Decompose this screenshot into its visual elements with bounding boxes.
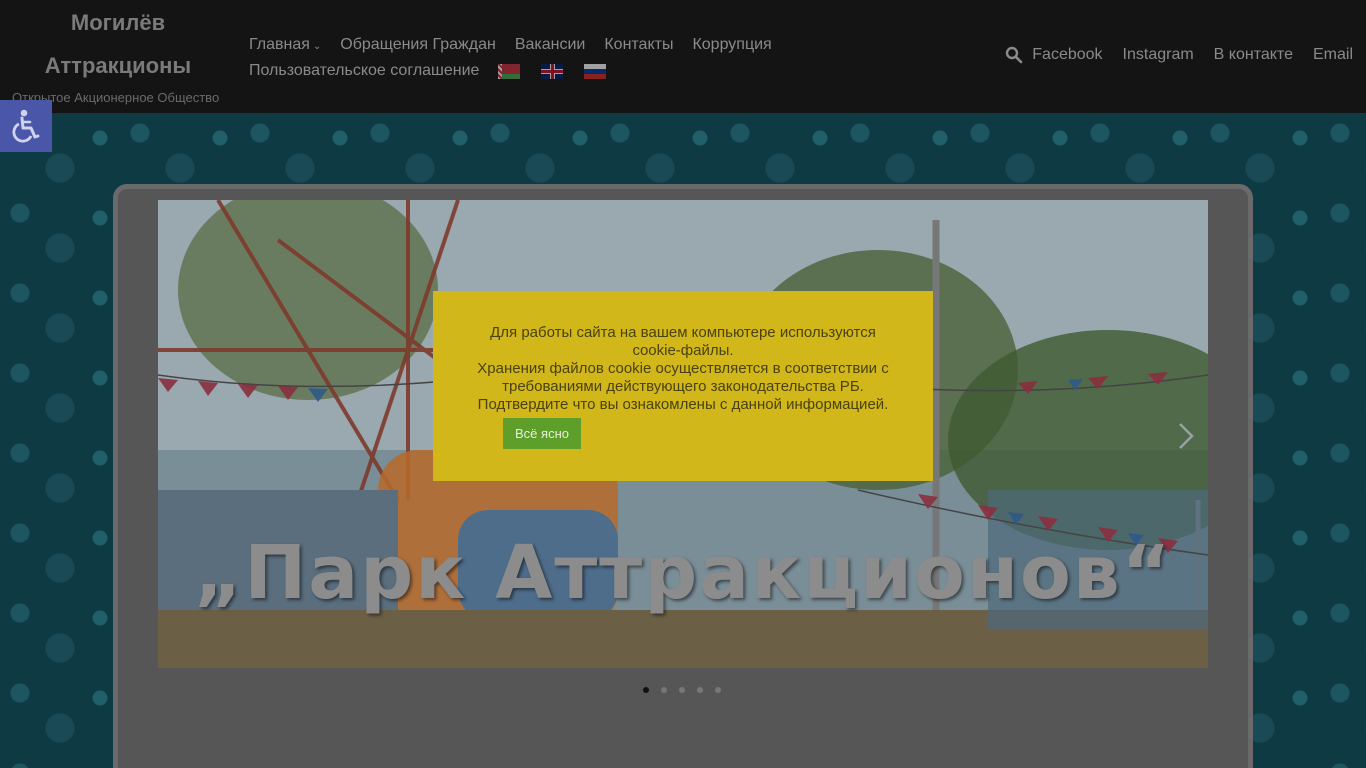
cookie-text-line5: Подтвердите что вы ознакомлены с данной … bbox=[477, 396, 889, 413]
slider-dot[interactable] bbox=[679, 687, 685, 693]
social-links: Facebook Instagram В контакте Email bbox=[1005, 46, 1353, 64]
slide-caption: „Парк Аттракционов“ bbox=[193, 530, 1173, 616]
slider-dot[interactable] bbox=[715, 687, 721, 693]
facebook-link[interactable]: Facebook bbox=[1032, 46, 1102, 64]
wheelchair-icon bbox=[12, 109, 40, 143]
russia-flag-icon[interactable] bbox=[584, 63, 607, 79]
chevron-down-icon: ⌄ bbox=[312, 41, 322, 52]
nav-item-user-agreement[interactable]: Пользовательское соглашение bbox=[249, 62, 479, 80]
chevron-right-icon[interactable] bbox=[1178, 422, 1194, 450]
instagram-link[interactable]: Instagram bbox=[1123, 46, 1194, 64]
cookie-text-line3: Хранения файлов cookie осуществляется в … bbox=[477, 360, 889, 377]
cookie-text-line4: требованиями действующего законодательст… bbox=[502, 378, 864, 395]
nav-item-appeals[interactable]: Обращения Граждан bbox=[340, 36, 496, 54]
main-navigation: Главная ⌄ Обращения Граждан Вакансии Конт… bbox=[249, 32, 809, 84]
uk-flag-icon[interactable] bbox=[541, 63, 564, 79]
belarus-flag-icon[interactable] bbox=[498, 63, 521, 79]
nav-item-vacancies[interactable]: Вакансии bbox=[515, 36, 586, 54]
nav-item-contacts[interactable]: Контакты bbox=[604, 36, 673, 54]
accessibility-button[interactable] bbox=[0, 100, 52, 152]
slider-pagination bbox=[643, 687, 733, 693]
email-link[interactable]: Email bbox=[1313, 46, 1353, 64]
cookie-consent-dialog: Для работы сайта на вашем компьютере исп… bbox=[433, 291, 933, 481]
cookie-text-line1: Для работы сайта на вашем компьютере исп… bbox=[490, 324, 876, 341]
slider-dot[interactable] bbox=[697, 687, 703, 693]
site-header: Могилёв Аттракционы Открытое Акционерное… bbox=[0, 0, 1366, 113]
search-icon[interactable] bbox=[1005, 46, 1023, 64]
slider-dot[interactable] bbox=[661, 687, 667, 693]
site-title-line2[interactable]: Аттракционы bbox=[0, 45, 236, 86]
nav-item-corruption[interactable]: Коррупция bbox=[692, 36, 771, 54]
slider-dot[interactable] bbox=[643, 687, 649, 693]
site-logo[interactable]: Могилёв Аттракционы bbox=[0, 0, 236, 86]
site-title-line1[interactable]: Могилёв bbox=[0, 2, 236, 43]
accept-cookies-button[interactable]: Всё ясно bbox=[503, 418, 581, 449]
cookie-text-line2: cookie-файлы. bbox=[632, 342, 734, 359]
vkontakte-link[interactable]: В контакте bbox=[1214, 46, 1293, 64]
nav-item-label: Главная bbox=[249, 36, 310, 53]
nav-item-home[interactable]: Главная ⌄ bbox=[249, 36, 321, 54]
